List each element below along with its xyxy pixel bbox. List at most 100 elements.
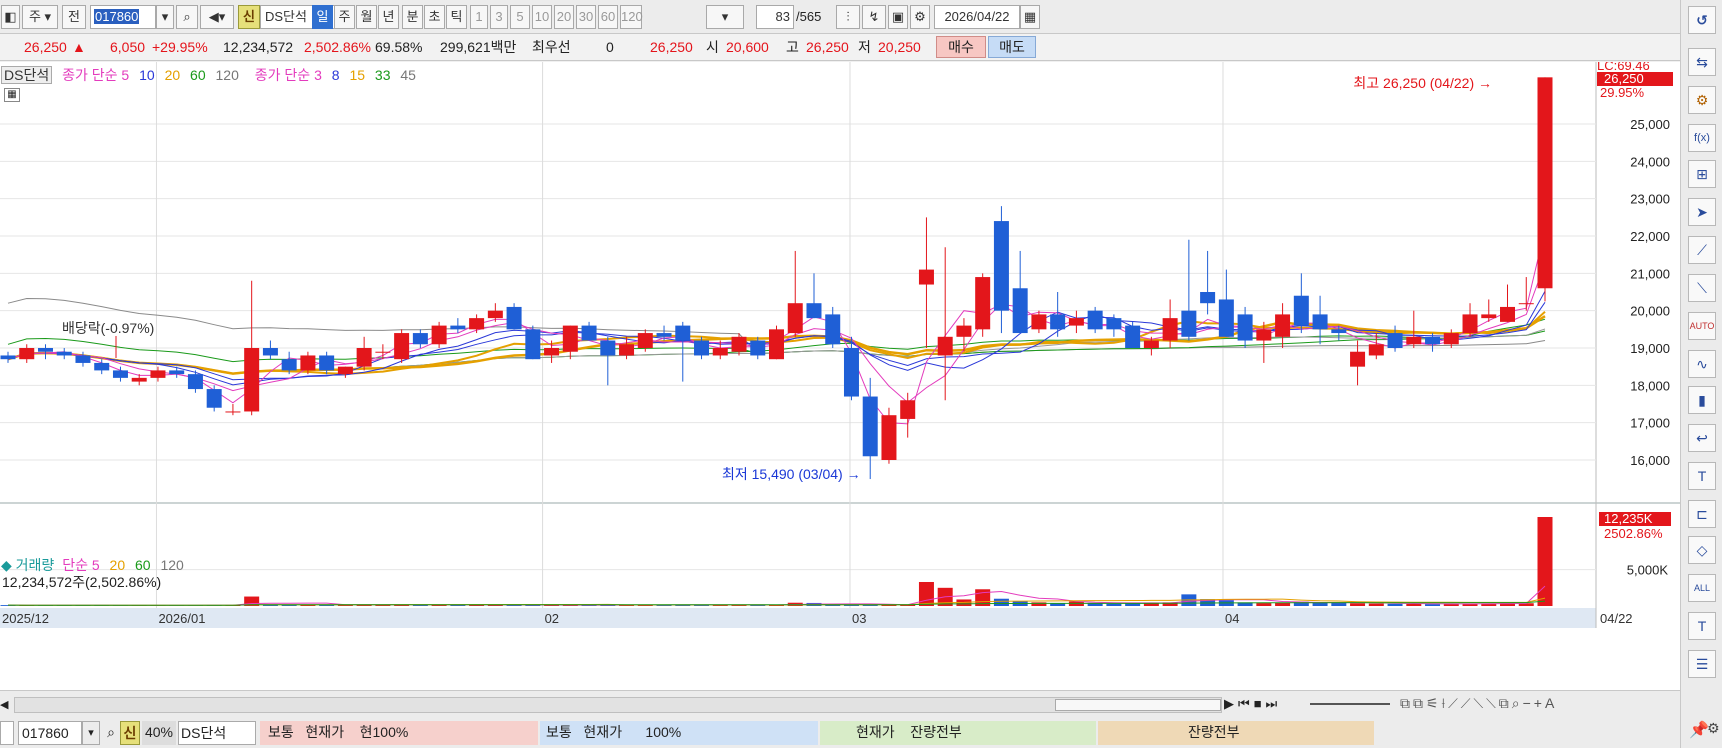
candle-body — [1200, 292, 1216, 304]
interval-tab-20[interactable]: 20 — [554, 5, 574, 29]
interval-tab-30[interactable]: 30 — [576, 5, 596, 29]
new-badge[interactable]: 신 — [238, 5, 260, 29]
candle-body — [169, 370, 185, 375]
candle-body — [731, 336, 747, 352]
bottom-panel-toggle[interactable] — [0, 721, 14, 745]
candle-body — [1387, 333, 1403, 348]
prev-button[interactable]: 전 — [62, 5, 86, 29]
interval-tab-5[interactable]: 5 — [510, 5, 530, 29]
search-icon[interactable]: ⌕ — [176, 5, 198, 29]
trade-amount: 299,621백만 — [440, 39, 517, 55]
eraser-icon[interactable]: ◇ — [1688, 536, 1716, 564]
date-label: 04/22 — [1600, 611, 1633, 626]
period-tab-3[interactable]: 년 — [378, 5, 399, 29]
grid-table-icon[interactable]: ▦ — [4, 88, 20, 102]
formula-icon[interactable]: f(x) — [1688, 124, 1716, 152]
candle-body — [1068, 318, 1084, 326]
sell-button[interactable]: 매도 — [988, 36, 1036, 58]
interval-tab-1[interactable]: 1 — [470, 5, 488, 29]
chart-scrollbar[interactable] — [14, 697, 1222, 713]
zoom-percent[interactable]: 40% — [142, 721, 176, 745]
date-label: 03 — [852, 611, 866, 626]
candle-icon[interactable]: ▮ — [1688, 386, 1716, 414]
ma1-label[interactable]: 종가 단순 — [62, 67, 117, 83]
volume-bar — [918, 581, 934, 606]
panel-toggle-icon[interactable]: ◧ — [1, 5, 20, 29]
volume-ma-label[interactable]: 단순 — [62, 557, 88, 573]
trend-line-icon[interactable]: ⟋ — [1688, 236, 1716, 264]
price-volume-chart[interactable]: 16,000 17,000 18,000 19,000 20,000 21,000 22,0… — [0, 62, 1680, 690]
candle-body — [1443, 333, 1459, 345]
period-tab-4[interactable]: 분 — [402, 5, 423, 29]
count-input[interactable]: 83 — [756, 5, 794, 29]
sound-icon[interactable]: ◀▾ — [200, 5, 234, 29]
period-tab-1[interactable]: 주 — [334, 5, 355, 29]
order-panel-buy[interactable]: 보통 현재가 현100% — [260, 721, 538, 745]
period-tab-6[interactable]: 틱 — [446, 5, 467, 29]
bottom-stock-code-input[interactable]: 017860 — [18, 721, 82, 745]
period-tab-0[interactable]: 일 — [312, 5, 333, 29]
scroll-left-icon[interactable]: ◀ — [0, 698, 14, 712]
zoom-slider[interactable] — [1310, 703, 1390, 705]
order-panel-sell[interactable]: 보통 현재가 100% — [540, 721, 818, 745]
interval-tab-10[interactable]: 10 — [532, 5, 552, 29]
buy-button[interactable]: 매수 — [936, 36, 986, 58]
extra-select[interactable]: ▾ — [706, 5, 744, 29]
link-icon[interactable]: ↺ — [1688, 6, 1716, 34]
market-type-select[interactable]: 주 ▾ — [22, 5, 58, 29]
text-tool-icon[interactable]: T — [1688, 462, 1716, 490]
interval-tab-120[interactable]: 120 — [620, 5, 643, 29]
price-tag: 26,250 — [1604, 71, 1644, 86]
interval-tab-60[interactable]: 60 — [598, 5, 618, 29]
compare-icon[interactable]: ↯ — [862, 5, 886, 29]
settings-list-icon[interactable]: ☰ — [1688, 650, 1716, 678]
stock-name-tag[interactable]: DS단석 — [1, 66, 53, 84]
candle-body — [1237, 314, 1253, 341]
change-value: 6,050 — [110, 39, 146, 55]
volume-label[interactable]: 거래량 — [16, 557, 55, 573]
auto-icon[interactable]: AUTO — [1688, 312, 1716, 340]
stock-code-input[interactable]: 017860 — [90, 5, 156, 29]
candle-body — [0, 355, 16, 360]
interval-tab-3[interactable]: 3 — [490, 5, 508, 29]
line-draw-icon[interactable]: ⟍ — [1688, 274, 1716, 302]
save-icon[interactable]: ▣ — [888, 5, 908, 29]
swap-icon[interactable]: ⇆ — [1688, 48, 1716, 76]
candle-body — [450, 325, 466, 330]
volume-bar — [1368, 603, 1384, 606]
order-panel-cancel[interactable]: 현재가 잔량전부 — [820, 721, 1096, 745]
scrollbar-thumb[interactable] — [1055, 699, 1221, 711]
period-tab-5[interactable]: 초 — [424, 5, 445, 29]
candle-body — [881, 415, 897, 460]
code-dropdown-icon[interactable]: ▾ — [156, 5, 174, 29]
return-icon[interactable]: ↩ — [1688, 424, 1716, 452]
wave-icon[interactable]: ∿ — [1688, 350, 1716, 378]
price-tick-label: 19,000 — [1630, 341, 1670, 356]
cursor-icon[interactable]: ➤ — [1688, 198, 1716, 226]
gear-icon[interactable]: ⚙ — [1688, 86, 1716, 114]
settings-gear-icon[interactable]: ⚙ — [910, 5, 930, 29]
playback-controls[interactable]: ▶⏮■⏭ — [1224, 696, 1281, 712]
change-percent: +29.95% — [152, 39, 208, 55]
bottom-code-dropdown-icon[interactable]: ▾ — [82, 721, 100, 745]
date-input[interactable]: 2026/04/22 — [934, 5, 1020, 29]
candle-body — [769, 329, 784, 360]
bracket-icon[interactable]: ⊏ — [1688, 500, 1716, 528]
ma2-label[interactable]: 종가 단순 — [255, 67, 310, 83]
sidebar-gear-icon[interactable]: ⚙ — [1707, 720, 1720, 737]
chart-panel[interactable]: 16,000 17,000 18,000 19,000 20,000 21,000 22,0… — [0, 62, 1680, 690]
candle-style-icon[interactable]: ⫶ — [836, 5, 860, 29]
indicator-icon[interactable]: ⊞ — [1688, 160, 1716, 188]
bottom-search-icon[interactable]: ⌕ — [102, 721, 120, 745]
bottom-stock-name[interactable]: DS단석 — [178, 721, 256, 745]
vol-ma-5: 5 — [91, 557, 100, 573]
calendar-icon[interactable]: ▦ — [1020, 5, 1040, 29]
erase-all-icon[interactable]: ALL — [1688, 574, 1716, 602]
text-box-icon[interactable]: T — [1688, 612, 1716, 640]
candle-body — [75, 355, 91, 363]
bottom-new-badge[interactable]: 신 — [120, 721, 140, 745]
pin-icon[interactable]: 📌 — [1689, 720, 1709, 740]
chart-tools-row[interactable]: ⧉⧉⚟⟊⟋⟋⟍⟍⧉⌕−+A — [1400, 695, 1557, 712]
period-tab-2[interactable]: 월 — [356, 5, 377, 29]
order-panel-all[interactable]: 잔량전부 — [1098, 721, 1374, 745]
